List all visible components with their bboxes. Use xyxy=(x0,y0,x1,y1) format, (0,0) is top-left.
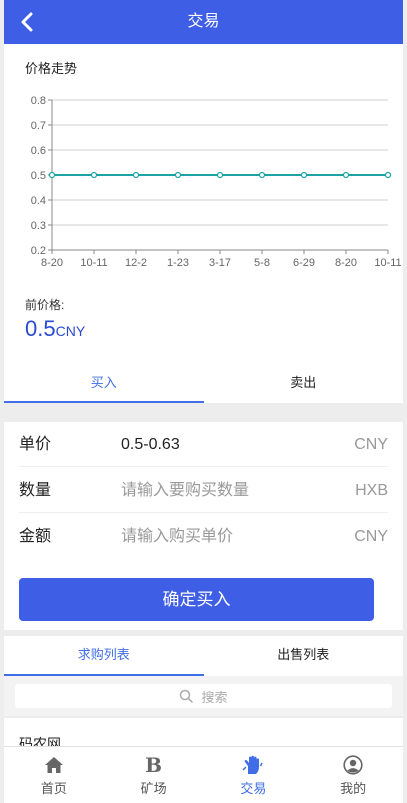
x-tick-label: 6-29 xyxy=(293,257,315,269)
confirm-buy-button[interactable]: 确定买入 xyxy=(19,578,374,621)
x-tick-label: 8-20 xyxy=(41,257,63,269)
nav-home-label: 首页 xyxy=(40,781,67,796)
data-point xyxy=(384,171,392,179)
current-price-value: 0.5 xyxy=(25,316,56,341)
user-icon xyxy=(343,755,363,775)
x-tick-label: 10-11 xyxy=(374,257,401,269)
search-placeholder: 搜索 xyxy=(201,689,228,705)
amount-row: 金额 CNY xyxy=(19,514,388,559)
y-tick-label: 0.7 xyxy=(31,120,46,132)
nav-trade[interactable]: 交易 xyxy=(204,747,304,803)
data-point xyxy=(300,171,308,179)
current-price-unit: CNY xyxy=(55,323,86,339)
data-point xyxy=(132,171,140,179)
nav-profile-label: 我的 xyxy=(340,781,367,796)
y-tick-label: 0.4 xyxy=(31,195,46,207)
quantity-unit: HXB xyxy=(355,482,388,499)
data-point xyxy=(216,171,224,179)
x-tick-label: 5-8 xyxy=(254,257,270,269)
home-icon xyxy=(44,755,64,775)
y-tick-label: 0.2 xyxy=(31,245,46,257)
y-tick-label: 0.3 xyxy=(31,220,46,232)
unit-price-row: 单价 0.5-0.63 CNY xyxy=(19,422,388,467)
y-tick-label: 0.8 xyxy=(31,95,46,107)
app-header: 交易 xyxy=(4,0,403,44)
unit-price-unit: CNY xyxy=(354,436,388,453)
amount-unit: CNY xyxy=(354,528,388,545)
x-tick-label: 8-20 xyxy=(335,257,357,269)
amount-input[interactable] xyxy=(121,524,331,549)
data-point xyxy=(258,171,266,179)
current-price-label: 前价格: xyxy=(25,298,65,312)
quantity-label: 数量 xyxy=(19,482,52,499)
x-tick-label: 10-11 xyxy=(80,257,107,269)
chart-title: 价格走势 xyxy=(25,61,78,76)
buy-form: 单价 0.5-0.63 CNY 数量 HXB 金额 CNY 确定买入 xyxy=(4,422,403,630)
order-list: 码农网 xyxy=(4,718,403,748)
tab-sell-orders[interactable]: 出售列表 xyxy=(204,636,404,676)
mine-b-icon: B xyxy=(145,753,163,777)
unit-price-value: 0.5-0.63 xyxy=(121,436,180,453)
current-price: 0.5CNY xyxy=(25,316,85,342)
x-tick-label: 3-17 xyxy=(209,257,231,269)
price-trend-chart: 0.2 0.3 0.4 0.5 0.6 0.7 0.8 8-20 10-11 12-2 1-23 3-… xyxy=(31,95,402,269)
price-trend-card: 价格走势 0.2 0.3 0.4 0.5 0.6 0.7 0.8 8-20 10-11 12-2 1… xyxy=(4,44,403,364)
trade-tabs: 买入 卖出 xyxy=(4,364,403,403)
y-tick-label: 0.6 xyxy=(31,145,46,157)
tab-buy[interactable]: 买入 xyxy=(4,364,204,403)
data-point xyxy=(90,171,98,179)
nav-profile[interactable]: 我的 xyxy=(303,747,403,803)
nav-trade-label: 交易 xyxy=(240,781,267,796)
search-input[interactable]: 搜索 xyxy=(15,684,392,708)
search-bar: 搜索 xyxy=(4,676,403,716)
order-list-tabs: 求购列表 出售列表 xyxy=(4,636,403,676)
quantity-row: 数量 HXB xyxy=(19,468,388,513)
data-point xyxy=(48,171,56,179)
data-point xyxy=(342,171,350,179)
nav-home[interactable]: 首页 xyxy=(4,747,104,803)
search-icon xyxy=(180,689,194,703)
amount-label: 金额 xyxy=(19,528,52,545)
unit-price-label: 单价 xyxy=(19,436,52,453)
trade-hand-icon xyxy=(242,755,264,775)
x-tick-label: 12-2 xyxy=(125,257,147,269)
nav-mine[interactable]: B 矿场 xyxy=(104,747,204,803)
quantity-input[interactable] xyxy=(121,478,331,503)
data-point xyxy=(174,171,182,179)
tab-sell[interactable]: 卖出 xyxy=(204,364,404,403)
x-tick-label: 1-23 xyxy=(167,257,189,269)
bottom-nav: 首页 B 矿场 交易 我的 xyxy=(4,746,403,803)
y-tick-label: 0.5 xyxy=(31,170,46,182)
tab-buy-orders[interactable]: 求购列表 xyxy=(4,636,204,676)
page-title: 交易 xyxy=(187,13,220,30)
nav-mine-label: 矿场 xyxy=(140,781,167,796)
